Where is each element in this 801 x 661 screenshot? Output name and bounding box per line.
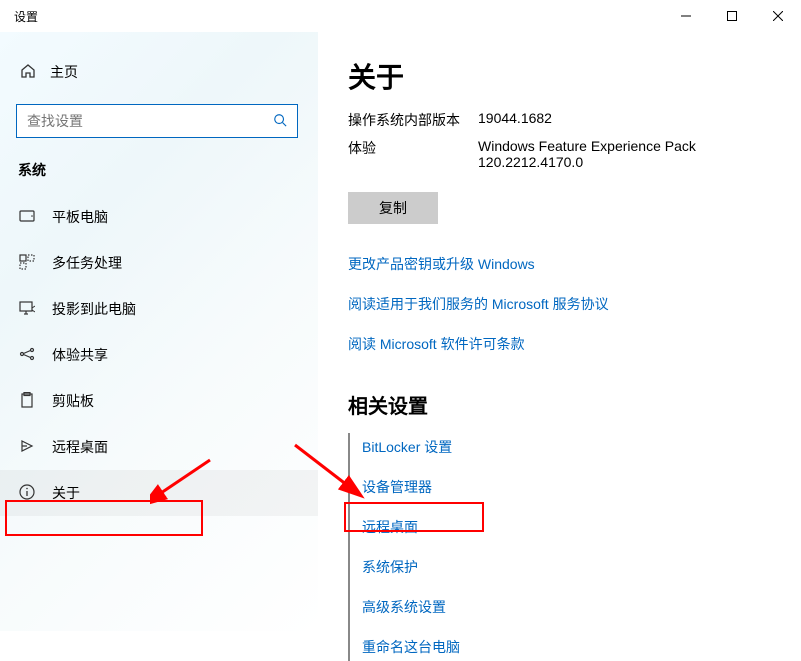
sidebar-item-label: 平板电脑 [52,207,108,227]
link-change-product-key[interactable]: 更改产品密钥或升级 Windows [348,254,801,274]
sidebar-item-clipboard[interactable]: 剪贴板 [0,378,318,424]
sidebar: 主页 系统 平板电脑 多任务处理 [0,32,318,631]
home-label: 主页 [50,62,78,82]
search-icon [273,113,287,130]
section-label: 系统 [18,160,318,180]
search-box[interactable] [16,104,298,138]
multitasking-icon [18,254,36,273]
experience-label: 体验 [348,138,478,170]
window-controls [663,0,801,32]
os-build-row: 操作系统内部版本 19044.1682 [348,110,801,130]
copy-button[interactable]: 复制 [348,192,438,224]
related-link-rename-pc[interactable]: 重命名这台电脑 [362,637,801,657]
os-build-value: 19044.1682 [478,110,801,130]
main-content: 关于 操作系统内部版本 19044.1682 体验 Windows Featur… [318,32,801,631]
titlebar: 设置 [0,0,801,32]
home-button[interactable]: 主页 [0,52,318,92]
experience-value: Windows Feature Experience Pack 120.2212… [478,138,738,170]
sidebar-item-label: 剪贴板 [52,391,94,411]
clipboard-icon [18,392,36,411]
page-title: 关于 [348,56,801,96]
window-title: 设置 [14,8,38,25]
sidebar-item-multitasking[interactable]: 多任务处理 [0,240,318,286]
tablet-icon [18,208,36,227]
sidebar-item-label: 关于 [52,483,80,503]
os-build-label: 操作系统内部版本 [348,110,478,130]
remote-desktop-icon [18,438,36,457]
sidebar-item-projecting[interactable]: 投影到此电脑 [0,286,318,332]
related-link-advanced-system[interactable]: 高级系统设置 [362,597,801,617]
about-icon [18,484,36,503]
shared-experiences-icon [18,346,36,365]
sidebar-item-tablet[interactable]: 平板电脑 [0,194,318,240]
search-input[interactable] [27,113,273,129]
sidebar-item-about[interactable]: 关于 [0,470,318,516]
related-settings-list: BitLocker 设置 设备管理器 远程桌面 系统保护 高级系统设置 重命名这… [348,433,801,661]
sidebar-item-shared-experiences[interactable]: 体验共享 [0,332,318,378]
related-link-remote-desktop[interactable]: 远程桌面 [362,517,801,537]
minimize-button[interactable] [663,0,709,32]
sidebar-item-label: 远程桌面 [52,437,108,457]
related-settings-title: 相关设置 [348,390,801,419]
sidebar-item-label: 投影到此电脑 [52,299,136,319]
sidebar-item-label: 体验共享 [52,345,108,365]
home-icon [20,63,36,82]
projecting-icon [18,300,36,319]
nav-list: 平板电脑 多任务处理 投影到此电脑 体验共享 [0,194,318,516]
link-license-terms[interactable]: 阅读 Microsoft 软件许可条款 [348,334,801,354]
sidebar-item-remote-desktop[interactable]: 远程桌面 [0,424,318,470]
related-link-system-protection[interactable]: 系统保护 [362,557,801,577]
close-button[interactable] [755,0,801,32]
maximize-button[interactable] [709,0,755,32]
links-block: 更改产品密钥或升级 Windows 阅读适用于我们服务的 Microsoft 服… [348,254,801,354]
related-link-device-manager[interactable]: 设备管理器 [362,477,801,497]
link-services-agreement[interactable]: 阅读适用于我们服务的 Microsoft 服务协议 [348,294,801,314]
related-link-bitlocker[interactable]: BitLocker 设置 [362,437,801,457]
sidebar-item-label: 多任务处理 [52,253,122,273]
experience-row: 体验 Windows Feature Experience Pack 120.2… [348,138,801,170]
